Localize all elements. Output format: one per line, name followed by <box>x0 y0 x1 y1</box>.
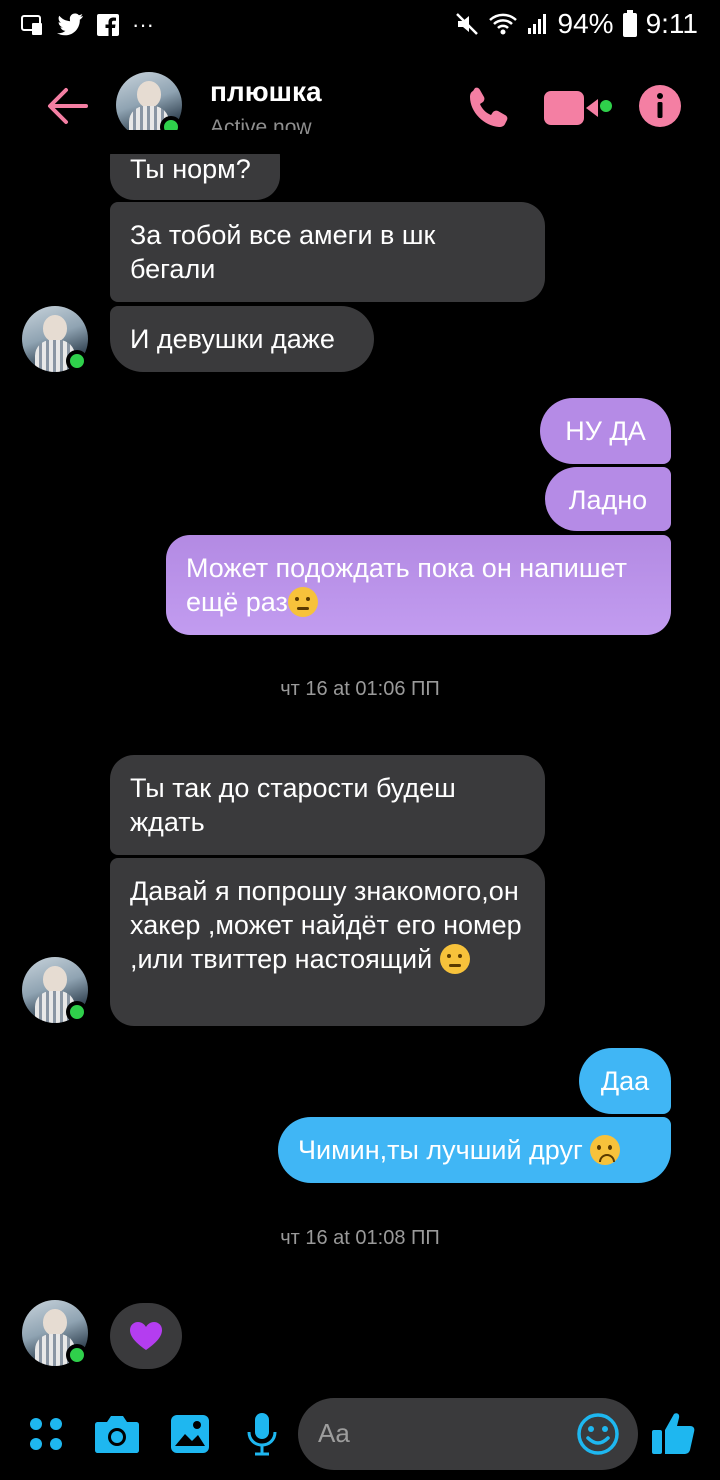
message-text: Чимин,ты лучший друг <box>298 1135 583 1165</box>
message-outgoing[interactable]: Чимин,ты лучший друг <box>278 1117 671 1183</box>
video-call-icon[interactable] <box>544 88 616 128</box>
message-text: За тобой все амеги в шк бегали <box>130 220 436 284</box>
message-text: Ты так до старости будеш ждать <box>130 773 456 837</box>
thinking-face-emoji <box>287 587 318 617</box>
gallery-icon[interactable] <box>170 1414 210 1454</box>
sad-face-emoji <box>590 1135 621 1165</box>
screen-mirror-icon <box>21 15 42 35</box>
mute-icon <box>455 13 478 35</box>
message-text: Ты норм? <box>130 154 251 184</box>
message-input[interactable]: Aa <box>298 1398 638 1470</box>
menu-dots-icon[interactable] <box>28 1416 64 1452</box>
thumbs-up-icon[interactable] <box>650 1410 696 1456</box>
back-arrow-icon[interactable] <box>44 82 92 130</box>
header-backdrop <box>100 130 300 154</box>
message-outgoing[interactable]: Ладно <box>545 467 671 531</box>
more-notifications-indicator: ··· <box>132 12 154 37</box>
composer-bar: Aa <box>0 1392 720 1480</box>
message-incoming[interactable]: За тобой все амеги в шк бегали <box>110 202 545 302</box>
info-icon[interactable] <box>638 84 682 128</box>
facebook-icon <box>97 14 119 36</box>
thinking-face-emoji <box>439 944 470 974</box>
online-indicator <box>66 1344 88 1366</box>
message-incoming-heart[interactable] <box>110 1303 182 1369</box>
message-timestamp: чт 16 at 01:06 ПП <box>280 678 440 700</box>
phone-call-icon[interactable] <box>466 84 512 130</box>
battery-percent: 94% <box>557 8 614 39</box>
message-incoming[interactable]: Давай я попрошу знакомого,он хакер ,може… <box>110 858 545 1026</box>
message-outgoing[interactable]: Может подождать пока он напишет ещё раз <box>166 535 671 635</box>
contact-name[interactable]: плюшка <box>210 76 322 108</box>
wifi-icon <box>488 13 517 35</box>
online-indicator <box>66 1001 88 1023</box>
online-indicator <box>66 350 88 372</box>
signal-icon <box>527 14 546 34</box>
message-text: Может подождать пока он напишет ещё раз <box>186 553 628 617</box>
twitter-icon <box>57 13 83 36</box>
message-incoming[interactable]: Ты так до старости будеш ждать <box>110 755 545 855</box>
message-text: НУ ДА <box>565 416 646 446</box>
message-text: Ладно <box>568 485 648 515</box>
message-outgoing[interactable]: Даа <box>579 1048 671 1114</box>
message-outgoing[interactable]: НУ ДА <box>540 398 671 464</box>
emoji-icon[interactable] <box>576 1412 620 1456</box>
message-text: Даа <box>600 1066 650 1096</box>
microphone-icon[interactable] <box>246 1412 278 1456</box>
battery-icon <box>622 10 637 37</box>
camera-icon[interactable] <box>94 1414 140 1454</box>
status-bar: ··· 94% 9:11 <box>0 0 720 50</box>
purple-heart-emoji <box>130 1322 162 1350</box>
message-text: И девушки даже <box>130 324 335 354</box>
message-incoming[interactable]: И девушки даже <box>110 306 374 372</box>
clock: 9:11 <box>645 8 698 39</box>
message-input-placeholder: Aa <box>318 1418 350 1448</box>
message-timestamp: чт 16 at 01:08 ПП <box>280 1227 440 1249</box>
